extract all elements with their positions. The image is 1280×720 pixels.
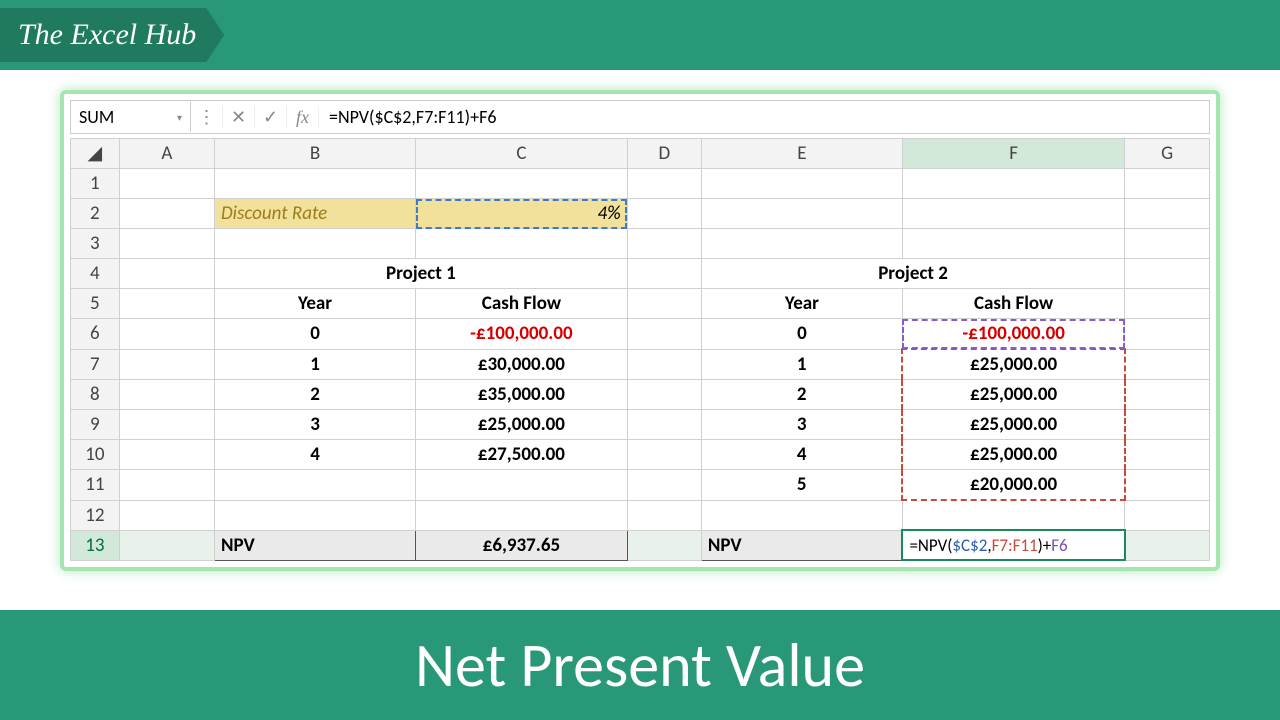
- col-header-B[interactable]: B: [214, 139, 415, 169]
- col-header-G[interactable]: G: [1125, 139, 1210, 169]
- formula-input[interactable]: =NPV($C$2,F7:F11)+F6: [319, 106, 1209, 128]
- discount-rate-label[interactable]: Discount Rate: [214, 199, 415, 229]
- p2-cash-4[interactable]: £25,000.00: [902, 440, 1124, 470]
- col-header-C[interactable]: C: [416, 139, 628, 169]
- p2-npv-label[interactable]: NPV: [701, 530, 902, 560]
- project1-title[interactable]: Project 1: [214, 259, 627, 289]
- row-header-10[interactable]: 10: [71, 440, 120, 470]
- p1-cash-2[interactable]: £35,000.00: [416, 380, 628, 410]
- p1-cash-4[interactable]: £27,500.00: [416, 440, 628, 470]
- p1-year-1[interactable]: 1: [214, 349, 415, 380]
- row-header-13[interactable]: 13: [71, 530, 120, 560]
- p2-cash-1[interactable]: £25,000.00: [902, 349, 1124, 380]
- fx-icon[interactable]: fx: [287, 107, 319, 128]
- p1-cash-1[interactable]: £30,000.00: [416, 349, 628, 380]
- col-header-D[interactable]: D: [627, 139, 701, 169]
- footer-title: Net Present Value: [415, 627, 865, 703]
- p2-cash-2[interactable]: £25,000.00: [902, 380, 1124, 410]
- p2-year-1[interactable]: 1: [701, 349, 902, 380]
- col-header-F[interactable]: F: [902, 139, 1124, 169]
- vdots-icon[interactable]: ⋮: [191, 106, 223, 128]
- formula-bar: SUM ▾ ⋮ ✕ ✓ fx =NPV($C$2,F7:F11)+F6: [70, 100, 1210, 134]
- col-header-A[interactable]: A: [119, 139, 214, 169]
- p1-year-0[interactable]: 0: [214, 319, 415, 350]
- row-header-3[interactable]: 3: [71, 229, 120, 259]
- p1-year-2[interactable]: 2: [214, 380, 415, 410]
- row-header-8[interactable]: 8: [71, 380, 120, 410]
- top-banner: The Excel Hub: [0, 0, 1280, 70]
- excel-window: SUM ▾ ⋮ ✕ ✓ fx =NPV($C$2,F7:F11)+F6 ◢ A …: [60, 90, 1220, 571]
- row-header-4[interactable]: 4: [71, 259, 120, 289]
- row-header-1[interactable]: 1: [71, 169, 120, 199]
- select-all-corner[interactable]: ◢: [71, 139, 120, 169]
- row-header-7[interactable]: 7: [71, 349, 120, 380]
- p2-year-header[interactable]: Year: [701, 289, 902, 319]
- p2-year-4[interactable]: 4: [701, 440, 902, 470]
- footer-title-bar: Net Present Value: [0, 610, 1280, 720]
- p1-cash-0[interactable]: -£100,000.00: [416, 319, 628, 350]
- p1-npv-value[interactable]: £6,937.65: [416, 530, 628, 560]
- cancel-icon[interactable]: ✕: [223, 106, 255, 128]
- p1-cash-3[interactable]: £25,000.00: [416, 410, 628, 440]
- row-header-5[interactable]: 5: [71, 289, 120, 319]
- spreadsheet-grid[interactable]: ◢ A B C D E F G 1 2 Discount Rate 4% 3 4…: [70, 138, 1210, 561]
- name-box-value: SUM: [79, 106, 114, 128]
- p2-npv-editing-cell[interactable]: =NPV($C$2,F7:F11)+F6: [902, 530, 1124, 560]
- p2-year-0[interactable]: 0: [701, 319, 902, 350]
- p2-year-2[interactable]: 2: [701, 380, 902, 410]
- col-header-E[interactable]: E: [701, 139, 902, 169]
- row-header-6[interactable]: 6: [71, 319, 120, 350]
- row-header-2[interactable]: 2: [71, 199, 120, 229]
- p2-cash-5[interactable]: £20,000.00: [902, 470, 1124, 501]
- name-box-dropdown-icon[interactable]: ▾: [177, 111, 182, 124]
- column-headers-row: ◢ A B C D E F G: [71, 139, 1210, 169]
- p2-year-5[interactable]: 5: [701, 470, 902, 501]
- p1-year-4[interactable]: 4: [214, 440, 415, 470]
- row-header-12[interactable]: 12: [71, 500, 120, 530]
- p1-npv-label[interactable]: NPV: [214, 530, 415, 560]
- enter-icon[interactable]: ✓: [255, 106, 287, 128]
- project2-title[interactable]: Project 2: [701, 259, 1124, 289]
- p1-cash-header[interactable]: Cash Flow: [416, 289, 628, 319]
- p2-year-3[interactable]: 3: [701, 410, 902, 440]
- p1-year-3[interactable]: 3: [214, 410, 415, 440]
- p2-cash-header[interactable]: Cash Flow: [902, 289, 1124, 319]
- row-header-11[interactable]: 11: [71, 470, 120, 501]
- p1-year-header[interactable]: Year: [214, 289, 415, 319]
- discount-rate-value[interactable]: 4%: [416, 199, 628, 229]
- p2-cash-0[interactable]: -£100,000.00: [902, 319, 1124, 350]
- name-box[interactable]: SUM ▾: [71, 102, 191, 132]
- brand-flag: The Excel Hub: [0, 8, 224, 62]
- p2-cash-3[interactable]: £25,000.00: [902, 410, 1124, 440]
- row-header-9[interactable]: 9: [71, 410, 120, 440]
